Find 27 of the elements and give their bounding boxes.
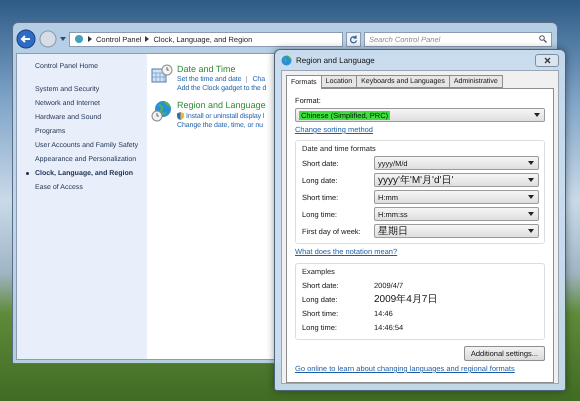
control-panel-icon	[74, 34, 84, 44]
dialog-title: Region and Language	[296, 56, 376, 64]
caret-icon	[534, 113, 540, 117]
shield-icon	[177, 112, 184, 120]
back-button[interactable]	[16, 29, 36, 49]
format-dropdown[interactable]: 星期日	[374, 224, 539, 238]
example-value: 2009年4月7日	[374, 293, 438, 306]
globe-clock-icon	[151, 100, 173, 122]
category-title[interactable]: Region and Language	[177, 100, 266, 110]
chevron-icon	[145, 36, 150, 42]
calendar-clock-icon	[151, 64, 173, 84]
close-icon	[544, 56, 550, 64]
format-dropdown[interactable]: yyyy'年'M'月'd'日'	[374, 173, 539, 187]
search-icon	[539, 35, 547, 43]
caret-icon	[528, 212, 534, 216]
bullet-icon	[26, 172, 29, 175]
refresh-button[interactable]	[346, 32, 361, 46]
caret-icon	[528, 229, 534, 233]
caret-icon	[528, 178, 534, 182]
caret-icon	[528, 195, 534, 199]
refresh-icon	[349, 34, 358, 44]
caret-icon	[528, 161, 534, 165]
close-button[interactable]	[535, 54, 559, 66]
chevron-icon	[88, 36, 92, 42]
caret-icon[interactable]	[60, 37, 66, 41]
category-title[interactable]: Date and Time	[177, 64, 266, 74]
globe-icon	[281, 54, 292, 66]
